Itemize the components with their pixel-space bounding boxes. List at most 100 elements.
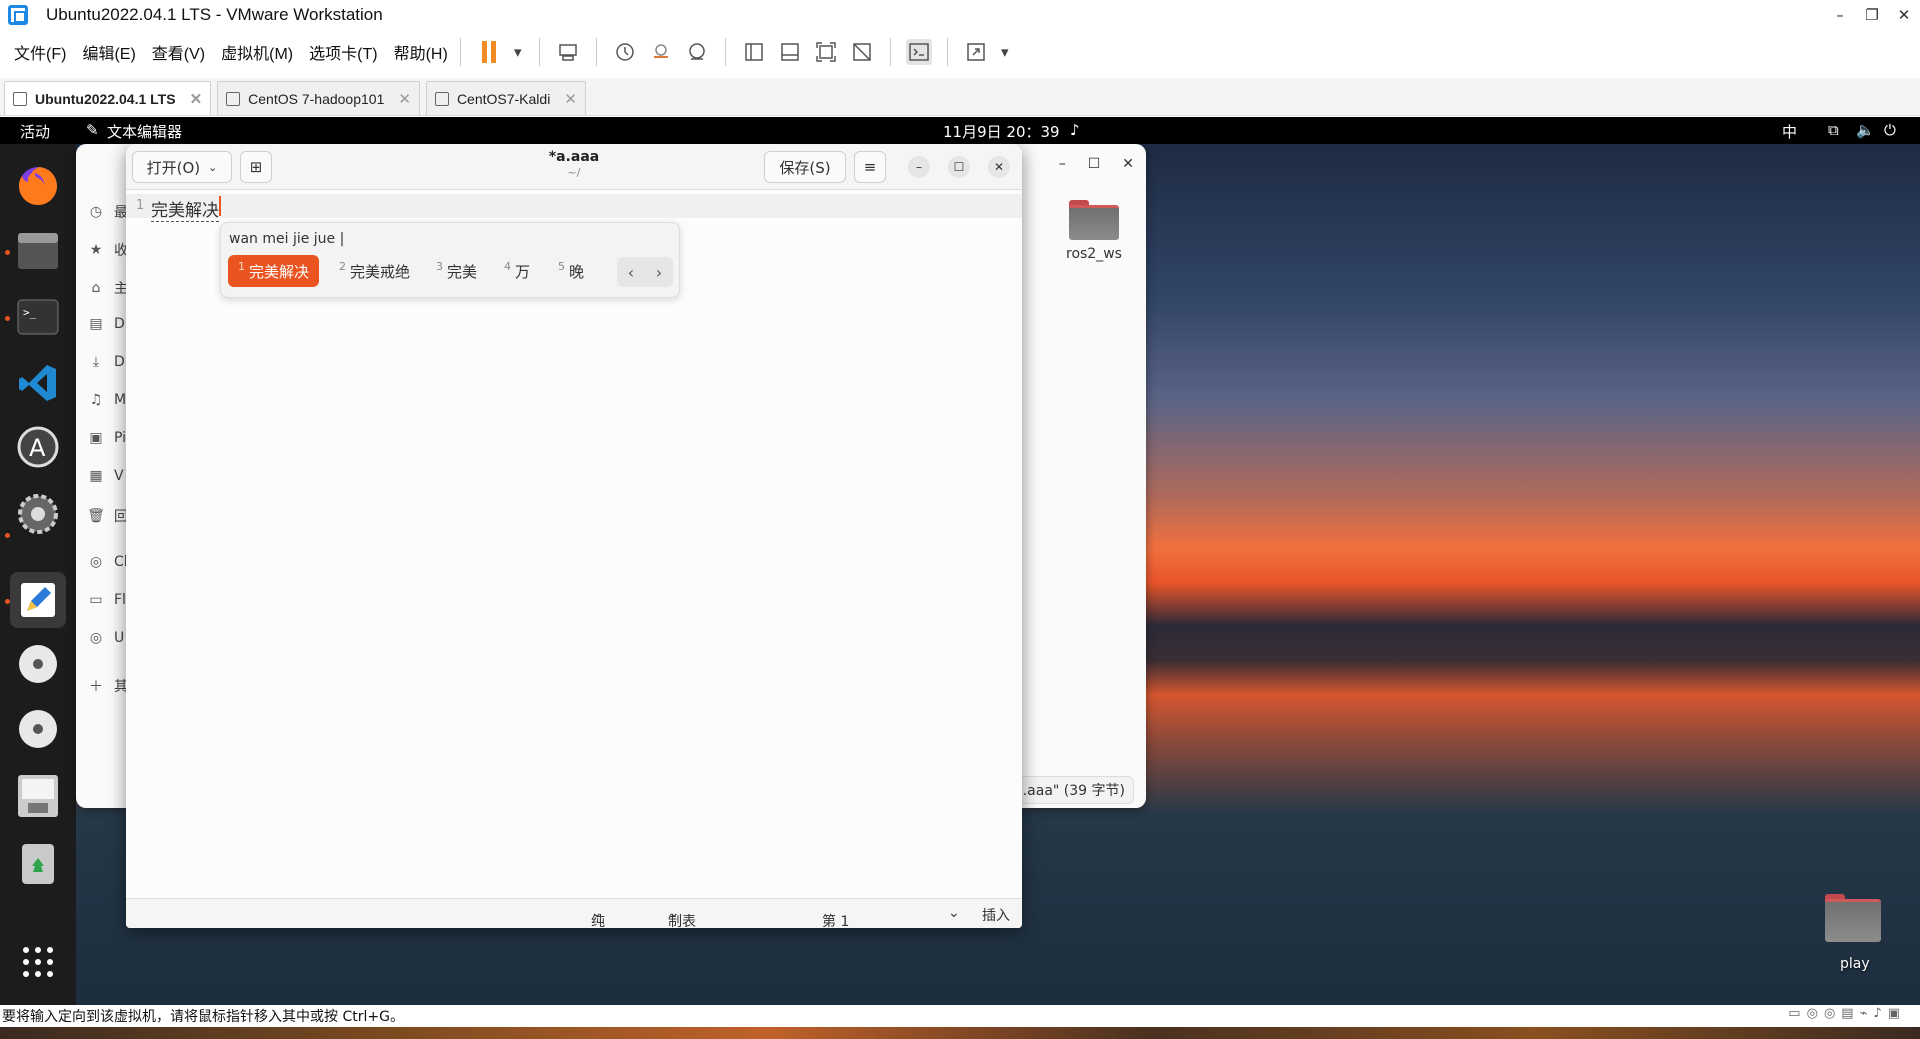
- folder-icon[interactable]: [1069, 200, 1119, 240]
- floppy-drive-icon[interactable]: [14, 772, 62, 820]
- menu-view[interactable]: 查看(V): [152, 40, 205, 64]
- sidebar-item-music[interactable]: ♫ M: [88, 392, 126, 408]
- menu-vm[interactable]: 虚拟机(M): [221, 40, 293, 64]
- firefox-icon[interactable]: [14, 162, 62, 210]
- ime-candidate-1[interactable]: 1 完美解决: [228, 255, 320, 287]
- software-updater-icon[interactable]: A: [14, 423, 62, 471]
- trash-icon[interactable]: [14, 839, 62, 887]
- sidebar-item-other-locations[interactable]: ＋其: [88, 676, 128, 696]
- vm-icon: [226, 91, 241, 106]
- send-ctrl-alt-del-icon[interactable]: [555, 39, 581, 65]
- vmware-statusbar: 要将输入定向到该虚拟机，请将鼠标指针移入其中或按 Ctrl+G。: [0, 1005, 1920, 1027]
- ime-candidate-3[interactable]: 3 完美: [436, 255, 477, 287]
- chevron-left-icon[interactable]: ‹: [628, 263, 634, 282]
- minimize-button[interactable]: –: [908, 156, 930, 178]
- sidebar-item-floppy[interactable]: ▭ Fl: [88, 592, 126, 608]
- pause-icon[interactable]: [476, 39, 502, 65]
- unity-mode-icon[interactable]: [849, 39, 875, 65]
- save-button[interactable]: 保存(S): [764, 151, 846, 183]
- minimize-icon[interactable]: –: [1059, 156, 1066, 172]
- minimize-button[interactable]: –: [1824, 0, 1856, 30]
- ime-candidate-5[interactable]: 5 晚: [558, 255, 584, 287]
- volume-icon[interactable]: 🔈: [1856, 121, 1875, 139]
- snapshot-icon[interactable]: [612, 39, 638, 65]
- menu-tabs[interactable]: 选项卡(T): [309, 40, 377, 64]
- dvd-drive-icon[interactable]: [14, 640, 62, 688]
- show-library-icon[interactable]: [741, 39, 767, 65]
- app-menu[interactable]: 文本编辑器: [107, 121, 182, 142]
- hard-disk-icon[interactable]: ▭: [1788, 1006, 1800, 1021]
- clock[interactable]: 11月9日 20：39: [943, 121, 1060, 142]
- host-taskbar-strip: [0, 1027, 1920, 1039]
- terminal-icon[interactable]: >_: [14, 293, 62, 341]
- sidebar-item-starred[interactable]: ★ 收: [88, 240, 128, 260]
- cd-icon[interactable]: ◎: [1824, 1006, 1835, 1021]
- dropdown-arrow-icon[interactable]: ▾: [999, 39, 1011, 65]
- syntax-selector[interactable]: 纯文本 ⌄: [591, 905, 605, 928]
- editor-statusbar: 纯文本 ⌄ 制表符宽度：8 ⌄ 第 1 行，第 1 列 ⌄ 插入: [126, 898, 1022, 928]
- thumbnail-bar-icon[interactable]: [777, 39, 803, 65]
- toolbar-separator: [459, 38, 461, 66]
- files-icon[interactable]: [14, 227, 62, 275]
- menu-file[interactable]: 文件(F): [14, 40, 66, 64]
- restore-button[interactable]: ❐: [1856, 0, 1888, 30]
- folder-icon[interactable]: [1825, 894, 1881, 942]
- chevron-down-icon[interactable]: ⌄: [948, 905, 960, 921]
- sidebar-item-cd[interactable]: ◎ Cl: [88, 554, 128, 570]
- sidebar-item-ubuntu-disc[interactable]: ◎ U: [88, 630, 124, 646]
- tab-close-icon[interactable]: ✕: [190, 90, 203, 108]
- tab-width-selector[interactable]: 制表符宽度：8 ⌄: [668, 905, 696, 928]
- ime-candidate-2[interactable]: 2 完美戒绝: [339, 255, 410, 287]
- sidebar-item-downloads[interactable]: ⤓ D: [88, 354, 125, 370]
- power-icon[interactable]: ⏻: [1884, 121, 1896, 139]
- revert-snapshot-icon[interactable]: [648, 39, 674, 65]
- tab-ubuntu[interactable]: Ubuntu2022.04.1 LTS ✕: [4, 81, 212, 115]
- maximize-icon[interactable]: ☐: [1088, 156, 1101, 172]
- chevron-right-icon[interactable]: ›: [656, 263, 662, 282]
- show-apps-icon[interactable]: [14, 938, 62, 986]
- stretch-guest-icon[interactable]: [963, 39, 989, 65]
- sidebar-item-videos[interactable]: ▦ V: [88, 468, 123, 484]
- tab-label: CentOS7-Kaldi: [456, 90, 551, 107]
- usb-icon[interactable]: ⌁: [1860, 1006, 1868, 1021]
- dropdown-arrow-icon[interactable]: ▾: [512, 39, 524, 65]
- close-icon[interactable]: ✕: [1122, 156, 1134, 172]
- tab-centos-hadoop[interactable]: CentOS 7-hadoop101 ✕: [217, 81, 420, 115]
- hamburger-menu-button[interactable]: ≡: [854, 151, 886, 183]
- settings-icon[interactable]: [14, 490, 62, 538]
- tab-close-icon[interactable]: ✕: [398, 90, 411, 108]
- sidebar-item-trash[interactable]: 🗑 回: [87, 506, 128, 526]
- ubuntu-desktop: >_ A ◷ 最 ★ 收 ⌂ 主 ▤ D ⤓ D ♫ M ▣ Pi ▦ V 🗑 …: [0, 144, 1920, 1005]
- cd-icon[interactable]: ◎: [1807, 1006, 1818, 1021]
- vmware-menubar: 文件(F) 编辑(E) 查看(V) 虚拟机(M) 选项卡(T) 帮助(H) ▾: [0, 32, 1920, 72]
- network-adapter-icon[interactable]: ▤: [1841, 1006, 1853, 1021]
- text-editor-icon[interactable]: [10, 572, 66, 628]
- activities-button[interactable]: 活动: [20, 121, 50, 142]
- insert-mode[interactable]: 插入: [982, 905, 1010, 925]
- ime-candidate-4[interactable]: 4 万: [504, 255, 530, 287]
- tab-centos-kaldi[interactable]: CentOS7-Kaldi ✕: [425, 81, 586, 115]
- vscode-icon[interactable]: [14, 359, 62, 407]
- fullscreen-icon[interactable]: [813, 39, 839, 65]
- input-method-indicator[interactable]: 中: [1782, 121, 1797, 142]
- notification-bell-icon: ♪: [1070, 121, 1080, 139]
- display-icon[interactable]: ▣: [1888, 1006, 1900, 1021]
- screen: Ubuntu2022.04.1 LTS - VMware Workstation…: [0, 0, 1920, 1039]
- maximize-button[interactable]: ☐: [948, 156, 970, 178]
- sidebar-item-recent[interactable]: ◷ 最: [88, 202, 128, 222]
- drive-icon: ▭: [89, 592, 103, 608]
- console-view-icon[interactable]: [905, 39, 932, 65]
- sidebar-item-documents[interactable]: ▤ D: [88, 316, 124, 332]
- sound-icon[interactable]: ♪: [1873, 1006, 1881, 1021]
- sidebar-item-pictures[interactable]: ▣ Pi: [88, 430, 126, 446]
- dvd-drive-icon[interactable]: [14, 705, 62, 753]
- close-button[interactable]: ✕: [988, 156, 1010, 178]
- text-area[interactable]: 1 完美解决 wan mei jie jue | 1 完美解决 2 完美戒绝 3: [126, 190, 1022, 898]
- tab-close-icon[interactable]: ✕: [564, 90, 577, 108]
- close-button[interactable]: ✕: [1888, 0, 1920, 30]
- sidebar-item-home[interactable]: ⌂ 主: [88, 278, 128, 298]
- network-icon[interactable]: ⧉: [1828, 121, 1839, 139]
- menu-help[interactable]: 帮助(H): [394, 40, 448, 64]
- snapshot-manager-icon[interactable]: [684, 39, 710, 65]
- menu-edit[interactable]: 编辑(E): [82, 40, 135, 64]
